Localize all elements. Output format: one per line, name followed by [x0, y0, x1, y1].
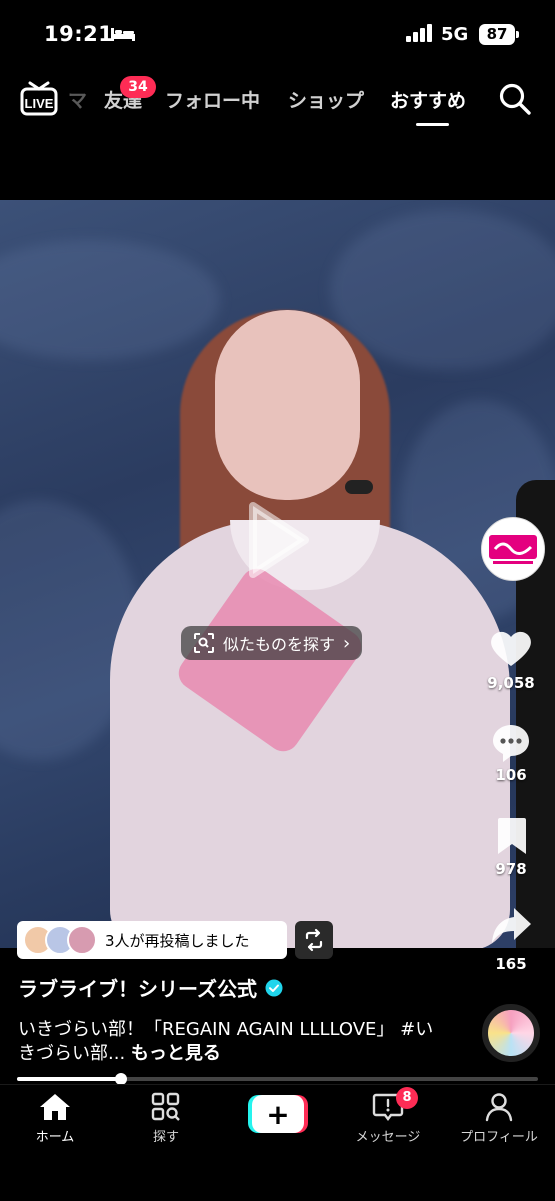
caption-text: いきづらい部！「REGAIN AGAIN LLLLOVE」 #いきづらい部...	[18, 1019, 434, 1064]
cell-signal-icon	[406, 24, 434, 46]
nav-profile-label: プロフィール	[460, 1130, 538, 1145]
nav-explore-label: 探す	[152, 1130, 179, 1145]
find-similar-label: 似たものを探す	[223, 635, 336, 654]
headset-mic	[345, 480, 373, 494]
creator-avatar[interactable]	[481, 517, 545, 581]
repost-avatars	[23, 925, 97, 955]
status-time: 19:21	[44, 22, 114, 46]
share-count: 165	[495, 955, 527, 973]
creator-logo	[489, 535, 537, 564]
creator-name-text: ラブライブ！シリーズ公式	[18, 977, 257, 1001]
bookmark-icon[interactable]	[496, 816, 528, 860]
repost-text: 3人が再投稿しました	[105, 931, 250, 950]
nav-inbox-label: メッセージ	[355, 1130, 421, 1145]
visual-search-icon	[194, 633, 214, 653]
profile-person-icon	[485, 1093, 513, 1122]
nav-home[interactable]: ホーム	[5, 1092, 105, 1145]
comment-count: 106	[495, 766, 527, 784]
nav-explore[interactable]: 探す	[116, 1092, 216, 1145]
tab-following[interactable]: フォロー中	[165, 86, 260, 113]
repost-button[interactable]	[295, 921, 333, 959]
inbox-badge: 8	[396, 1087, 418, 1109]
share-arrow-icon[interactable]	[490, 906, 532, 950]
sleep-focus-icon	[110, 26, 136, 46]
explore-grid-icon	[151, 1092, 180, 1121]
plus-icon: +	[252, 1095, 304, 1133]
like-count: 9,058	[487, 674, 535, 692]
chevron-right-icon: ›	[343, 632, 351, 654]
search-icon[interactable]	[498, 82, 532, 120]
backdrop-fold	[0, 240, 220, 360]
find-similar-button[interactable]: 似たものを探す ›	[181, 626, 363, 660]
see-more-link[interactable]: もっと見る	[131, 1043, 221, 1064]
friends-badge: 34	[120, 76, 156, 98]
tab-shop[interactable]: ショップ	[288, 86, 364, 113]
save-count: 978	[495, 860, 527, 878]
svg-text:LIVE: LIVE	[25, 96, 54, 111]
battery-indicator: 87	[479, 24, 515, 45]
like-heart-icon[interactable]	[489, 628, 533, 672]
live-icon[interactable]: LIVE	[20, 80, 58, 120]
nav-profile[interactable]: プロフィール	[449, 1092, 549, 1145]
reposter-avatar	[67, 925, 97, 955]
progress-fill	[17, 1077, 121, 1081]
creator-name[interactable]: ラブライブ！シリーズ公式	[18, 973, 283, 1002]
create-post-button[interactable]: +	[248, 1095, 308, 1133]
play-icon[interactable]	[245, 500, 311, 584]
sound-disc[interactable]	[482, 1004, 540, 1062]
nav-inbox[interactable]: メッセージ	[338, 1092, 438, 1145]
repost-icon	[305, 928, 323, 952]
nav-home-label: ホーム	[35, 1130, 75, 1145]
repost-info[interactable]: 3人が再投稿しました	[17, 921, 287, 959]
tab-for-you[interactable]: おすすめ	[390, 86, 466, 113]
tab-partial[interactable]: マ	[68, 86, 87, 113]
comment-icon[interactable]	[490, 722, 532, 768]
network-type: 5G	[441, 24, 469, 45]
active-tab-indicator	[416, 123, 449, 126]
battery-cap	[516, 31, 519, 38]
home-icon	[40, 1094, 70, 1120]
verified-badge-icon	[265, 979, 283, 996]
video-caption[interactable]: いきづらい部！「REGAIN AGAIN LLLLOVE」 #いきづらい部...…	[18, 1018, 448, 1066]
performer-face	[215, 310, 360, 500]
